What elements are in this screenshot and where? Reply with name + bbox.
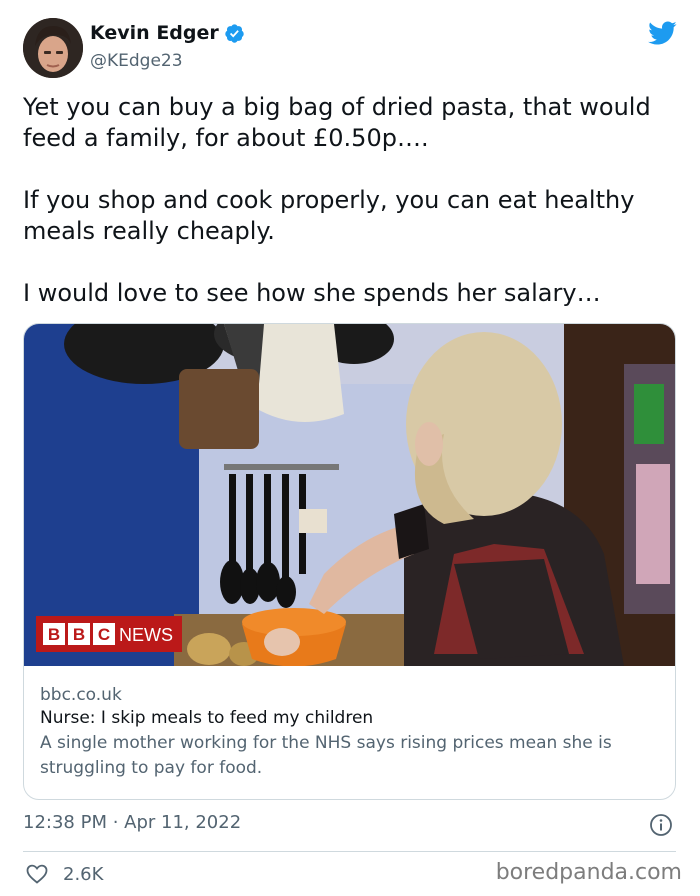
like-action[interactable]: 2.6K [25,862,103,886]
twitter-bird-icon[interactable] [645,18,679,48]
avatar-image [23,18,83,78]
tweet-paragraph-2: If you shop and cook properly, you can e… [23,186,635,245]
tweet-paragraph-1: Yet you can buy a big bag of dried pasta… [23,93,651,152]
tweet-timestamp[interactable]: 12:38 PM · Apr 11, 2022 [23,812,241,833]
bbc-news-logo: B B C NEWS [36,616,182,652]
author-name-row[interactable]: Kevin Edger [90,22,245,44]
info-icon[interactable] [649,813,673,837]
card-title[interactable]: Nurse: I skip meals to feed my children [40,706,665,731]
card-domain: bbc.co.uk [40,685,122,705]
svg-text:NEWS: NEWS [119,625,173,645]
svg-text:B: B [73,625,85,644]
heart-icon[interactable] [25,862,49,886]
verified-badge-icon [225,23,244,43]
avatar[interactable] [23,18,83,78]
author-name[interactable]: Kevin Edger [90,22,219,44]
tweet-paragraph-3: I would love to see how she spends her s… [23,279,601,307]
like-count: 2.6K [63,863,104,885]
card-description: A single mother working for the NHS says… [40,733,612,778]
divider [23,851,676,852]
link-card[interactable]: B B C NEWS bbc.co.uk Nurse: I skip meals… [23,323,676,800]
tweet-text: Yet you can buy a big bag of dried pasta… [23,92,683,309]
author-handle[interactable]: @KEdge23 [90,51,183,71]
watermark: boredpanda.com [495,860,682,885]
card-body[interactable]: bbc.co.uk Nurse: I skip meals to feed my… [40,684,665,781]
svg-text:B: B [48,625,60,644]
svg-text:C: C [98,625,110,644]
card-image[interactable]: B B C NEWS [24,324,675,666]
